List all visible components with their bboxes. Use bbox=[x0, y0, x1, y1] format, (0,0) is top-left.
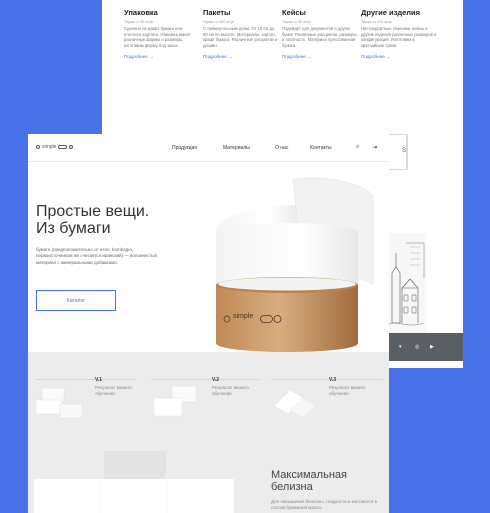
paper-sheets-image bbox=[36, 387, 83, 419]
whiteness-description: Для повышения белизны, гладкости и матов… bbox=[271, 499, 378, 511]
nav-item-contacts[interactable]: Контакты bbox=[310, 145, 332, 151]
product-price: Тираж от 50 штук bbox=[124, 20, 153, 24]
paper-tube-image bbox=[216, 177, 374, 352]
versions-section: V.1 Результат вашего обучения V.2 Резуль… bbox=[28, 352, 389, 435]
version-description: Результат вашего обучения bbox=[212, 385, 249, 396]
logo[interactable]: simple bbox=[36, 144, 74, 150]
hero-title: Простые вещи. Из бумаги bbox=[36, 203, 149, 237]
product-description: С прямоугольным дном. От 10 см до 60 см … bbox=[203, 26, 278, 49]
version-label: V.2 bbox=[212, 377, 220, 383]
version-description: Результат вашего обучения bbox=[95, 385, 132, 396]
whiteness-title-line: Максимальная bbox=[271, 469, 347, 481]
product-title: Пакеты bbox=[203, 8, 231, 17]
nav-item-products[interactable]: Продукция bbox=[172, 145, 197, 151]
product-price: Тираж от 100 штук bbox=[361, 20, 392, 24]
logo-ring-icon bbox=[36, 145, 40, 149]
product-more-link[interactable]: Подробнее → bbox=[282, 54, 358, 59]
social-icon[interactable]: ◎ bbox=[415, 344, 419, 350]
product-title: Кейсы bbox=[282, 8, 306, 17]
product-description: Подойдет для документов и других бумаг. … bbox=[282, 26, 357, 49]
login-icon[interactable]: ⇥ bbox=[372, 144, 377, 151]
product-price: Тираж от 500 штук bbox=[203, 20, 234, 24]
paper-stack-image bbox=[34, 451, 234, 513]
version-item: V.3 Результат вашего обучения bbox=[329, 377, 379, 397]
social-icon[interactable]: ▾ bbox=[399, 344, 402, 350]
social-icon[interactable]: ▶ bbox=[430, 344, 434, 350]
whiteness-title: Максимальная белизна bbox=[271, 469, 347, 493]
logo-text: simple bbox=[42, 144, 57, 150]
logo-pill-icon bbox=[58, 145, 68, 149]
paper-sheets-image bbox=[153, 385, 197, 417]
version-label: V.1 bbox=[95, 377, 103, 383]
version-item: V.1 Результат вашего обучения bbox=[95, 377, 145, 397]
product-description: Нестандартные упаковки, кейсы и другие и… bbox=[361, 26, 437, 49]
version-label: V.3 bbox=[329, 377, 337, 383]
product-title: Другие изделия bbox=[361, 8, 421, 17]
product-card: Пакеты Тираж от 500 штук С прямоугольным… bbox=[203, 8, 279, 59]
product-card: Другие изделия Тираж от 100 штук Нестанд… bbox=[361, 8, 437, 59]
catalog-button[interactable]: Каталог bbox=[36, 290, 116, 311]
tube-logo-text: simple bbox=[233, 313, 254, 320]
search-icon[interactable]: ⌕ bbox=[356, 144, 359, 151]
product-card: Кейсы Тираж от 30 штук Подойдет для доку… bbox=[282, 8, 358, 59]
product-more-link[interactable]: Подробнее → bbox=[361, 54, 437, 59]
top-nav: simple Продукция Материалы О нас Контакт… bbox=[28, 134, 389, 162]
product-title: Упаковка bbox=[124, 8, 158, 17]
whiteness-section: Максимальная белизна Для повышения белиз… bbox=[28, 435, 389, 513]
front-page-preview: simple Продукция Материалы О нас Контакт… bbox=[28, 134, 389, 513]
logo-ring-icon bbox=[69, 145, 74, 149]
paper-sheets-image bbox=[273, 389, 317, 419]
product-more-link[interactable]: Подробнее → bbox=[124, 54, 200, 59]
city-sketch-image bbox=[386, 233, 426, 333]
product-price: Тираж от 30 штук bbox=[282, 20, 311, 24]
hero-section: Простые вещи. Из бумаги бумага (предполо… bbox=[28, 162, 389, 352]
nav-item-materials[interactable]: Материалы bbox=[223, 145, 250, 151]
hero-title-line: Простые вещи. bbox=[36, 203, 150, 220]
product-more-link[interactable]: Подробнее → bbox=[203, 54, 279, 59]
frame-label: S bbox=[401, 148, 406, 154]
whiteness-title-line: белизна bbox=[271, 481, 313, 493]
product-description: Сделано из крафт бумаги или плотного кар… bbox=[124, 26, 191, 49]
product-card: Упаковка Тираж от 50 штук Сделано из кра… bbox=[124, 8, 200, 59]
hero-title-line: Из бумаги bbox=[36, 220, 111, 237]
footer-bar: ▾ ◎ ▶ bbox=[384, 333, 463, 361]
version-item: V.2 Результат вашего обучения bbox=[212, 377, 262, 397]
hero-description: бумага (предположительно от итал. bombag… bbox=[36, 247, 158, 265]
version-description: Результат вашего обучения bbox=[329, 385, 366, 396]
nav-item-about[interactable]: О нас bbox=[275, 145, 288, 151]
tube-logo-mark-icon bbox=[260, 315, 282, 323]
